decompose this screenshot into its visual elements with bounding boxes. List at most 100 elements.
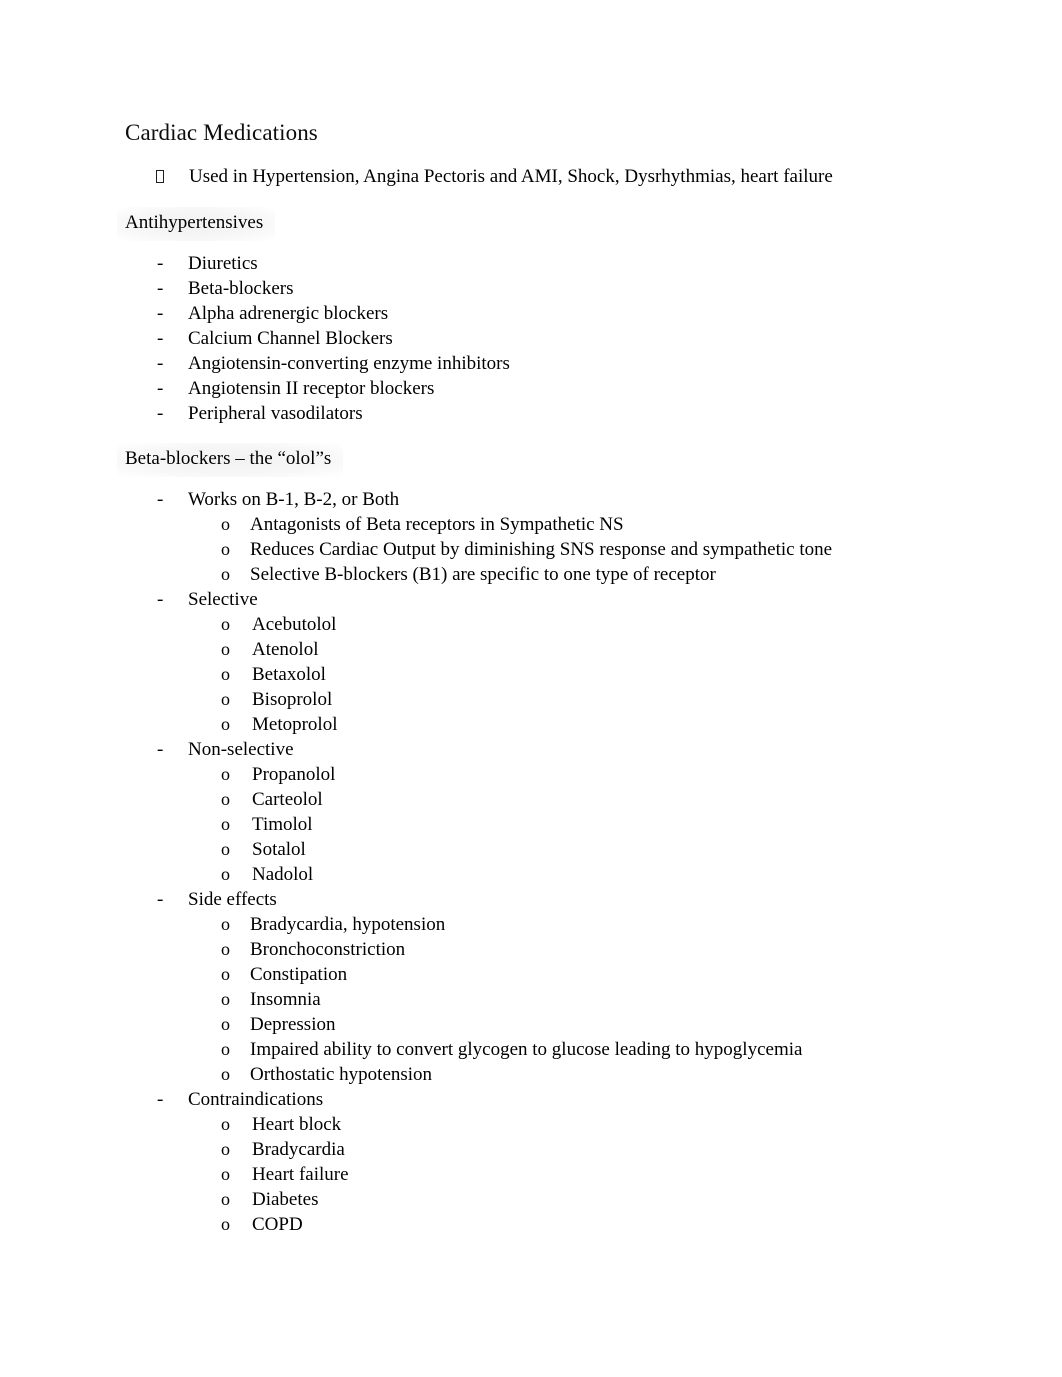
sub-list-item: o Acebutolol [125, 612, 945, 637]
circle-marker: o [221, 814, 230, 834]
sub-list-item-label: Constipation [250, 964, 348, 985]
list-item-label: Selective [188, 589, 258, 610]
circle-marker: o [221, 689, 230, 709]
circle-marker: o [221, 1189, 230, 1209]
list-item: - Beta-blockers [125, 276, 945, 301]
list-item-label: Non-selective [188, 739, 294, 760]
sub-list-item-label: Bradycardia [252, 1139, 345, 1160]
circle-marker: o [221, 914, 230, 934]
circle-marker: o [221, 989, 230, 1009]
circle-marker: o [221, 864, 230, 884]
shaded-heading: Antihypertensives [117, 207, 276, 241]
circle-marker: o [221, 1064, 230, 1084]
circle-marker: o [221, 564, 230, 584]
dash-marker: - [157, 889, 164, 910]
sub-list-item-label: Metoprolol [252, 714, 338, 735]
sub-list-item-label: Heart block [252, 1114, 342, 1135]
sub-list-item: o Timolol [125, 812, 945, 837]
circle-marker: o [221, 664, 230, 684]
intro-bullet-label: Used in Hypertension, Angina Pectoris an… [189, 166, 833, 187]
sub-list-item: o Bisoprolol [125, 687, 945, 712]
list-item: - Diuretics [125, 251, 945, 276]
sub-list-item-label: Reduces Cardiac Output by diminishing SN… [250, 539, 833, 560]
dash-marker: - [157, 328, 164, 349]
circle-marker: o [221, 514, 230, 534]
list-item-label: Works on B-1, B-2, or Both [188, 489, 400, 510]
list-item-label: Contraindications [188, 1089, 324, 1110]
sub-list-item: o Antagonists of Beta receptors in Sympa… [125, 512, 945, 537]
sub-list-item-label: Propanolol [252, 764, 336, 785]
sub-list-item-label: Selective B-blockers (B1) are specific t… [250, 564, 716, 585]
intro-bullet-item: Used in Hypertension, Angina Pectoris an… [125, 164, 945, 190]
sub-list-item-label: Antagonists of Beta receptors in Sympath… [250, 514, 624, 535]
sub-list-item-label: Heart failure [252, 1164, 349, 1185]
list-item: - Works on B-1, B-2, or Both [125, 487, 945, 512]
sub-list-item: o Bronchoconstriction [125, 937, 945, 962]
sub-list-item: o COPD [125, 1212, 945, 1237]
sub-list-item: o Impaired ability to convert glycogen t… [125, 1037, 945, 1062]
sub-list-item: o Carteolol [125, 787, 945, 812]
circle-marker: o [221, 1214, 230, 1234]
circle-marker: o [221, 714, 230, 734]
sub-list-item: o Bradycardia, hypotension [125, 912, 945, 937]
sub-list-item: o Orthostatic hypotension [125, 1062, 945, 1087]
sub-list-item: o Selective B-blockers (B1) are specific… [125, 562, 945, 587]
dash-marker: - [157, 589, 164, 610]
sub-list-item: o Heart block [125, 1112, 945, 1137]
sub-list-item-label: Atenolol [252, 639, 319, 660]
sub-list-item-label: Diabetes [252, 1189, 319, 1210]
page-title: Cardiac Medications [125, 120, 318, 145]
list-item-label: Side effects [188, 889, 277, 910]
sub-list-item-label: Nadolol [252, 864, 314, 885]
missing-glyph-box-icon [156, 164, 168, 190]
sub-list-item: o Sotalol [125, 837, 945, 862]
sub-list-item: o Constipation [125, 962, 945, 987]
list-item: - Side effects [125, 887, 945, 912]
sub-list-item-label: Carteolol [252, 789, 323, 810]
circle-marker: o [221, 639, 230, 659]
sub-list-item-label: Acebutolol [252, 614, 337, 635]
list-item: - Angiotensin II receptor blockers [125, 376, 945, 401]
circle-marker: o [221, 1164, 230, 1184]
section-heading-beta-blockers: Beta-blockers – the “olol”s [117, 443, 945, 477]
list-item-label: Peripheral vasodilators [188, 403, 363, 424]
circle-marker: o [221, 789, 230, 809]
circle-marker: o [221, 939, 230, 959]
circle-marker: o [221, 839, 230, 859]
list-item-label: Angiotensin-converting enzyme inhibitors [188, 353, 510, 374]
group-contraindications: - Contraindications o Heart block o Brad… [125, 1087, 945, 1237]
sub-list-item: o Betaxolol [125, 662, 945, 687]
dash-marker: - [157, 303, 164, 324]
sub-list-item: o Depression [125, 1012, 945, 1037]
group-side-effects: - Side effects o Bradycardia, hypotensio… [125, 887, 945, 1087]
list-item: - Calcium Channel Blockers [125, 326, 945, 351]
sub-list-item-label: Sotalol [252, 839, 306, 860]
sub-list-item-label: Bisoprolol [252, 689, 333, 710]
dash-marker: - [157, 378, 164, 399]
dash-marker: - [157, 489, 164, 510]
list-item-label: Alpha adrenergic blockers [188, 303, 389, 324]
section-heading-label: Beta-blockers – the “olol”s [125, 448, 332, 469]
circle-marker: o [221, 614, 230, 634]
list-item-label: Diuretics [188, 253, 258, 274]
section-heading-label: Antihypertensives [125, 212, 264, 233]
sub-list-item: o Insomnia [125, 987, 945, 1012]
section-heading-antihypertensives: Antihypertensives [117, 207, 945, 241]
circle-marker: o [221, 539, 230, 559]
sub-list-item-label: Bradycardia, hypotension [250, 914, 446, 935]
antihypertensives-list: - Diuretics - Beta-blockers - Alpha adre… [125, 251, 945, 426]
list-item-label: Angiotensin II receptor blockers [188, 378, 435, 399]
dash-marker: - [157, 403, 164, 424]
group-selective: - Selective o Acebutolol o Atenolol o Be… [125, 587, 945, 737]
sub-list-item: o Diabetes [125, 1187, 945, 1212]
list-item: - Contraindications [125, 1087, 945, 1112]
list-item: - Peripheral vasodilators [125, 401, 945, 426]
list-item: - Non-selective [125, 737, 945, 762]
sub-list-item-label: Orthostatic hypotension [250, 1064, 433, 1085]
dash-marker: - [157, 739, 164, 760]
sub-list-item-label: Betaxolol [252, 664, 326, 685]
circle-marker: o [221, 964, 230, 984]
sub-list-item: o Atenolol [125, 637, 945, 662]
circle-marker: o [221, 1014, 230, 1034]
dash-marker: - [157, 278, 164, 299]
